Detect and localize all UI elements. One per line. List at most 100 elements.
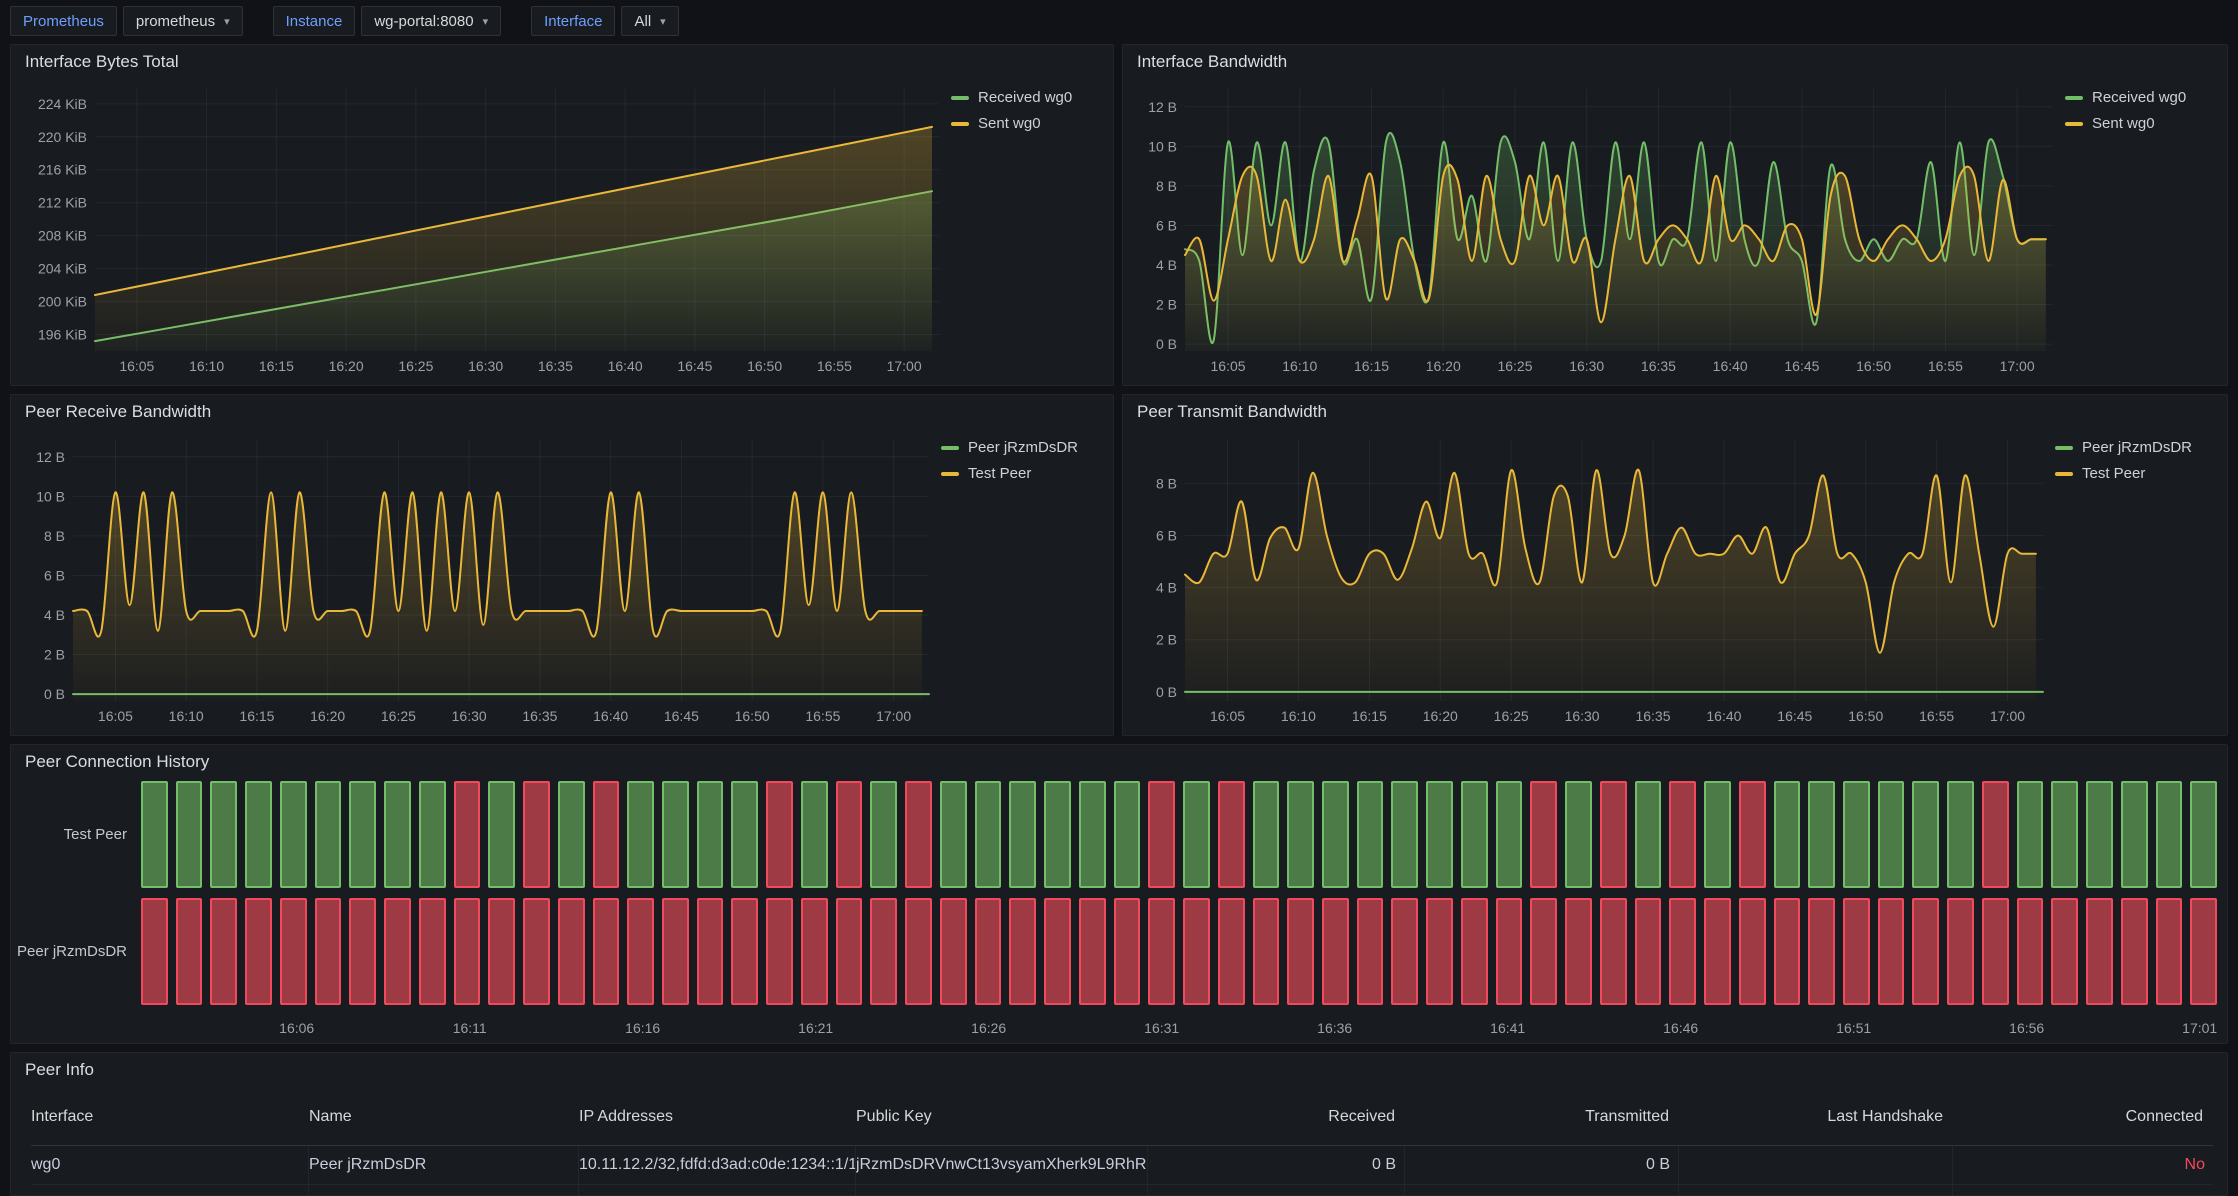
status-bar-connected[interactable] bbox=[1183, 781, 1210, 888]
status-bar-disconnected[interactable] bbox=[1079, 898, 1106, 1005]
status-bar-connected[interactable] bbox=[2086, 781, 2113, 888]
status-bar-disconnected[interactable] bbox=[558, 898, 585, 1005]
chart-plot-area[interactable]: 0 B2 B4 B6 B8 B16:0516:1016:1516:2016:25… bbox=[1129, 429, 2051, 729]
status-bar-disconnected[interactable] bbox=[1808, 898, 1835, 1005]
status-bar-connected[interactable] bbox=[1044, 781, 1071, 888]
status-bar-disconnected[interactable] bbox=[2017, 898, 2044, 1005]
chart-plot-area[interactable]: 0 B2 B4 B6 B8 B10 B12 B16:0516:1016:1516… bbox=[1129, 79, 2061, 379]
status-bar-disconnected[interactable] bbox=[1322, 898, 1349, 1005]
status-bar-connected[interactable] bbox=[870, 781, 897, 888]
column-header-interface[interactable]: Interface bbox=[31, 1098, 309, 1136]
status-bar-connected[interactable] bbox=[2121, 781, 2148, 888]
status-bar-disconnected[interactable] bbox=[1357, 898, 1384, 1005]
status-bar-connected[interactable] bbox=[2051, 781, 2078, 888]
status-bar-disconnected[interactable] bbox=[1843, 898, 1870, 1005]
status-bar-disconnected[interactable] bbox=[523, 898, 550, 1005]
status-bar-disconnected[interactable] bbox=[1739, 898, 1766, 1005]
status-bar-disconnected[interactable] bbox=[1774, 898, 1801, 1005]
status-bar-disconnected[interactable] bbox=[940, 898, 967, 1005]
status-bar-connected[interactable] bbox=[280, 781, 307, 888]
status-bar-connected[interactable] bbox=[1357, 781, 1384, 888]
status-bar-disconnected[interactable] bbox=[593, 781, 620, 888]
status-bar-connected[interactable] bbox=[1565, 781, 1592, 888]
status-bar-disconnected[interactable] bbox=[1218, 898, 1245, 1005]
status-bar-connected[interactable] bbox=[141, 781, 168, 888]
column-header-name[interactable]: Name bbox=[309, 1098, 579, 1136]
status-bar-disconnected[interactable] bbox=[280, 898, 307, 1005]
status-bar-disconnected[interactable] bbox=[1530, 898, 1557, 1005]
status-bar-disconnected[interactable] bbox=[1669, 898, 1696, 1005]
column-header-public-key[interactable]: Public Key bbox=[856, 1098, 1148, 1136]
status-bar-disconnected[interactable] bbox=[766, 781, 793, 888]
status-bar-disconnected[interactable] bbox=[1530, 781, 1557, 888]
status-bar-disconnected[interactable] bbox=[1739, 781, 1766, 888]
status-bar-connected[interactable] bbox=[1704, 781, 1731, 888]
panel-title[interactable]: Peer Info bbox=[11, 1053, 2227, 1087]
status-bar-connected[interactable] bbox=[662, 781, 689, 888]
status-bar-connected[interactable] bbox=[1878, 781, 1905, 888]
status-bar-disconnected[interactable] bbox=[766, 898, 793, 1005]
legend-item-test-peer[interactable]: Test Peer bbox=[941, 465, 1101, 482]
status-bar-connected[interactable] bbox=[940, 781, 967, 888]
status-bar-disconnected[interactable] bbox=[836, 781, 863, 888]
status-bar-disconnected[interactable] bbox=[1669, 781, 1696, 888]
status-bar-connected[interactable] bbox=[419, 781, 446, 888]
status-bar-connected[interactable] bbox=[1287, 781, 1314, 888]
panel-title[interactable]: Interface Bandwidth bbox=[1123, 45, 2227, 79]
status-bar-disconnected[interactable] bbox=[1114, 898, 1141, 1005]
legend-item-peer-jrzmdsdr[interactable]: Peer jRzmDsDR bbox=[941, 439, 1101, 456]
status-bar-disconnected[interactable] bbox=[419, 898, 446, 1005]
status-bar-disconnected[interactable] bbox=[384, 898, 411, 1005]
panel-title[interactable]: Interface Bytes Total bbox=[11, 45, 1113, 79]
status-bar-connected[interactable] bbox=[488, 781, 515, 888]
status-bar-disconnected[interactable] bbox=[905, 781, 932, 888]
status-bar-connected[interactable] bbox=[1774, 781, 1801, 888]
status-bar-connected[interactable] bbox=[245, 781, 272, 888]
status-bar-disconnected[interactable] bbox=[731, 898, 758, 1005]
status-bar-connected[interactable] bbox=[1912, 781, 1939, 888]
status-bar-connected[interactable] bbox=[176, 781, 203, 888]
status-bar-connected[interactable] bbox=[801, 781, 828, 888]
status-bar-connected[interactable] bbox=[1496, 781, 1523, 888]
status-bar-disconnected[interactable] bbox=[454, 781, 481, 888]
status-bar-connected[interactable] bbox=[1808, 781, 1835, 888]
status-bar-disconnected[interactable] bbox=[1426, 898, 1453, 1005]
status-bar-disconnected[interactable] bbox=[662, 898, 689, 1005]
chart-plot-area[interactable]: 224 KiB220 KiB216 KiB212 KiB208 KiB204 K… bbox=[17, 79, 947, 379]
status-bar-disconnected[interactable] bbox=[1982, 781, 2009, 888]
status-bar-disconnected[interactable] bbox=[1148, 898, 1175, 1005]
variable-value-interface-dropdown[interactable]: All▾ bbox=[621, 6, 678, 36]
legend-item-sent-wg0[interactable]: Sent wg0 bbox=[951, 115, 1101, 132]
status-bar-connected[interactable] bbox=[1635, 781, 1662, 888]
status-bar-connected[interactable] bbox=[1426, 781, 1453, 888]
status-bar-disconnected[interactable] bbox=[1218, 781, 1245, 888]
status-bar-disconnected[interactable] bbox=[836, 898, 863, 1005]
status-bar-disconnected[interactable] bbox=[1600, 898, 1627, 1005]
status-bar-connected[interactable] bbox=[697, 781, 724, 888]
column-header-received[interactable]: Received bbox=[1148, 1098, 1405, 1136]
status-bar-disconnected[interactable] bbox=[2051, 898, 2078, 1005]
time-series-chart[interactable]: 0 B2 B4 B6 B8 B10 B12 B16:0516:1016:1516… bbox=[1129, 79, 2061, 379]
status-bar-connected[interactable] bbox=[2017, 781, 2044, 888]
legend-item-received-wg0[interactable]: Received wg0 bbox=[951, 89, 1101, 106]
status-bar-disconnected[interactable] bbox=[1704, 898, 1731, 1005]
column-header-last-handshake[interactable]: Last Handshake bbox=[1679, 1098, 1953, 1136]
status-bar-disconnected[interactable] bbox=[1982, 898, 2009, 1005]
chart-plot-area[interactable]: 0 B2 B4 B6 B8 B10 B12 B16:0516:1016:1516… bbox=[17, 429, 937, 729]
status-bar-disconnected[interactable] bbox=[523, 781, 550, 888]
status-bar-disconnected[interactable] bbox=[1878, 898, 1905, 1005]
panel-title[interactable]: Peer Connection History bbox=[11, 745, 2227, 779]
status-bar-connected[interactable] bbox=[210, 781, 237, 888]
status-bar-connected[interactable] bbox=[2156, 781, 2183, 888]
status-bar-connected[interactable] bbox=[1391, 781, 1418, 888]
status-bar-connected[interactable] bbox=[1843, 781, 1870, 888]
status-bar-disconnected[interactable] bbox=[1947, 898, 1974, 1005]
status-bar-disconnected[interactable] bbox=[1391, 898, 1418, 1005]
status-bar-connected[interactable] bbox=[975, 781, 1002, 888]
status-bar-disconnected[interactable] bbox=[1461, 898, 1488, 1005]
variable-value-prometheus-dropdown[interactable]: prometheus▾ bbox=[123, 6, 243, 36]
status-bar-disconnected[interactable] bbox=[1565, 898, 1592, 1005]
status-bar-disconnected[interactable] bbox=[349, 898, 376, 1005]
legend-item-peer-jrzmdsdr[interactable]: Peer jRzmDsDR bbox=[2055, 439, 2215, 456]
status-bar-disconnected[interactable] bbox=[2086, 898, 2113, 1005]
